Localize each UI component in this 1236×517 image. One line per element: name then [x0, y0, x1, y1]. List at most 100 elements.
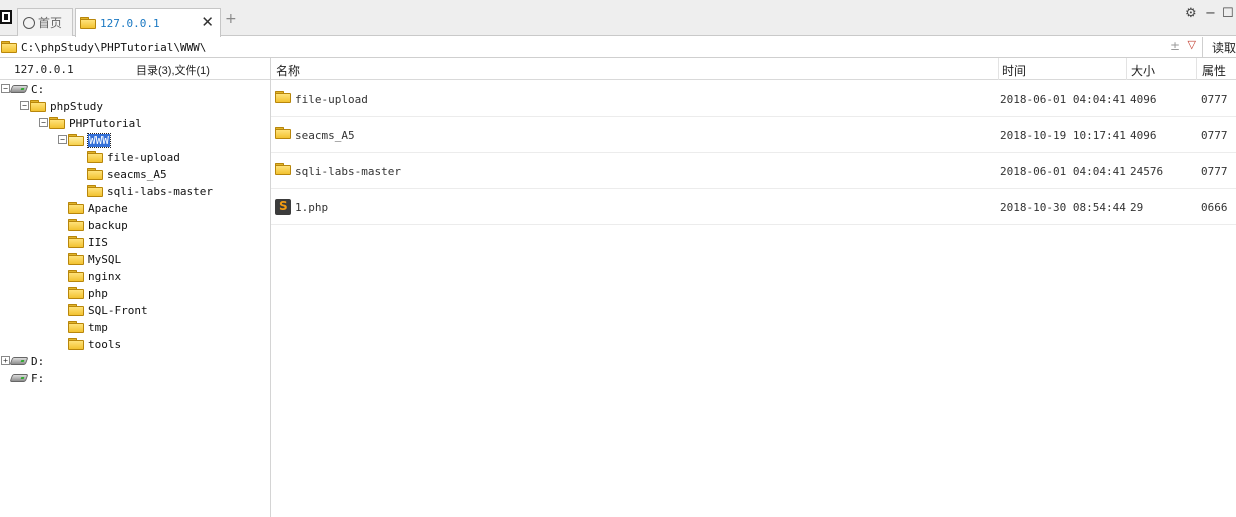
pin-icon[interactable]: ±: [1170, 39, 1180, 53]
tree-item-label: tools: [88, 337, 122, 351]
close-tab-icon[interactable]: ✕: [201, 13, 214, 31]
drive-icon: [9, 374, 29, 382]
item-count-label: 目录(3),文件(1): [136, 65, 210, 77]
folder-open-icon: [68, 134, 84, 146]
column-attr-header[interactable]: 属性: [1202, 62, 1226, 79]
tree-item[interactable]: MySQL: [68, 251, 121, 267]
file-icon-wrapper: [275, 127, 291, 142]
file-time: 2018-06-01 04:04:41: [1000, 93, 1126, 106]
tree-item[interactable]: − WWW: [58, 132, 111, 148]
tree-item-label: backup: [88, 218, 128, 232]
column-divider[interactable]: [998, 58, 999, 80]
file-icon-wrapper: [275, 91, 291, 106]
column-header-row: 名称 时间 大小 属性: [271, 58, 1236, 80]
tree-item[interactable]: − phpStudy: [20, 98, 103, 114]
tree-item[interactable]: file-upload: [87, 149, 180, 165]
file-time: 2018-10-19 10:17:41: [1000, 129, 1126, 142]
tree-item[interactable]: nginx: [68, 268, 121, 284]
column-time-header[interactable]: 时间: [1002, 62, 1026, 79]
tree-item[interactable]: tmp: [68, 319, 108, 335]
tree-item[interactable]: tools: [68, 336, 121, 352]
folder-icon: [87, 185, 103, 197]
file-name: seacms_A5: [295, 129, 355, 142]
tree-item[interactable]: IIS: [68, 234, 108, 250]
folder-icon: [87, 151, 103, 163]
tree-item-label: F:: [31, 371, 45, 385]
file-row[interactable]: 1.php 2018-10-30 08:54:44 29 0666: [271, 189, 1236, 225]
tab-home[interactable]: 首页: [17, 8, 73, 36]
chevron-down-icon[interactable]: ▽: [1188, 38, 1196, 51]
tree-item-label: file-upload: [107, 150, 180, 164]
folder-icon: [1, 41, 17, 53]
folder-icon: [68, 236, 84, 248]
tree-item-label: PHPTutorial: [69, 116, 142, 130]
address-bar: C:\phpStudy\PHPTutorial\WWW\ ± ▽ 读取: [0, 37, 1236, 58]
path-input[interactable]: C:\phpStudy\PHPTutorial\WWW\ ± ▽: [0, 37, 1203, 57]
tree-item[interactable]: SQL-Front: [68, 302, 148, 318]
tree-item-label: phpStudy: [50, 99, 103, 113]
folder-icon: [80, 17, 96, 29]
folder-icon: [68, 338, 84, 350]
tree-item-label: D:: [31, 354, 45, 368]
file-time: 2018-10-30 08:54:44: [1000, 201, 1126, 214]
tab-bar: 首页 127.0.0.1 ✕ + ⚙ − ☐: [0, 0, 1236, 37]
folder-icon: [68, 253, 84, 265]
collapse-icon[interactable]: −: [58, 135, 67, 144]
file-size: 29: [1130, 201, 1144, 214]
tree-item[interactable]: backup: [68, 217, 128, 233]
file-row[interactable]: file-upload 2018-06-01 04:04:41 4096 0777: [271, 81, 1236, 117]
tree-item[interactable]: F:: [9, 370, 45, 386]
settings-icon[interactable]: ⚙: [1185, 6, 1197, 21]
collapse-icon[interactable]: −: [20, 101, 29, 110]
tree-item[interactable]: + D:: [1, 353, 45, 369]
tree-item-label: WWW: [87, 132, 111, 148]
file-name: file-upload: [295, 93, 368, 106]
tree-item-label: tmp: [88, 320, 108, 334]
file-size: 24576: [1130, 165, 1164, 178]
tree-item-label: php: [88, 286, 108, 300]
tree-item[interactable]: php: [68, 285, 108, 301]
folder-icon: [68, 321, 84, 333]
folder-icon: [87, 168, 103, 180]
file-name: 1.php: [295, 201, 329, 214]
folder-icon: [275, 127, 291, 139]
column-divider[interactable]: [1126, 58, 1127, 80]
folder-icon: [275, 91, 291, 103]
folder-icon: [68, 202, 84, 214]
tree-item[interactable]: sqli-labs-master: [87, 183, 213, 199]
file-size: 4096: [1130, 129, 1157, 142]
file-attr: 0777: [1201, 165, 1228, 178]
path-text: C:\phpStudy\PHPTutorial\WWW\: [21, 40, 207, 54]
app-logo-icon: [0, 10, 12, 24]
folder-icon: [30, 100, 46, 112]
home-circle-icon: [23, 16, 35, 29]
tree-header: 127.0.0.1 目录(3),文件(1): [0, 58, 270, 80]
file-list-panel: 名称 时间 大小 属性 file-upload 2018-06-01 04:04:…: [271, 58, 1236, 517]
collapse-icon[interactable]: −: [1, 84, 10, 93]
tree-item-label: C:: [31, 82, 45, 96]
collapse-icon[interactable]: −: [39, 118, 48, 127]
tree-item-label: sqli-labs-master: [107, 184, 213, 198]
expand-icon[interactable]: +: [1, 356, 10, 365]
tree-item[interactable]: seacms_A5: [87, 166, 167, 182]
file-row[interactable]: seacms_A5 2018-10-19 10:17:41 4096 0777: [271, 117, 1236, 153]
minimize-icon[interactable]: −: [1205, 6, 1216, 21]
tab-active-host[interactable]: 127.0.0.1 ✕: [75, 8, 221, 37]
tree-item-label: SQL-Front: [88, 303, 148, 317]
file-size: 4096: [1130, 93, 1157, 106]
folder-icon: [68, 304, 84, 316]
file-row[interactable]: sqli-labs-master 2018-06-01 04:04:41 24576…: [271, 153, 1236, 189]
folder-icon: [68, 270, 84, 282]
column-divider[interactable]: [1196, 58, 1197, 80]
maximize-icon[interactable]: ☐: [1222, 6, 1234, 21]
read-button[interactable]: 读取: [1212, 39, 1236, 56]
add-tab-icon[interactable]: +: [225, 11, 237, 27]
column-name-header[interactable]: 名称: [276, 62, 300, 79]
column-size-header[interactable]: 大小: [1131, 62, 1155, 79]
tree-item[interactable]: Apache: [68, 200, 128, 216]
folder-icon: [68, 287, 84, 299]
folder-icon: [275, 163, 291, 175]
tree-item-label: MySQL: [88, 252, 122, 266]
tree-item[interactable]: − C:: [1, 81, 45, 97]
tree-item[interactable]: − PHPTutorial: [39, 115, 142, 131]
